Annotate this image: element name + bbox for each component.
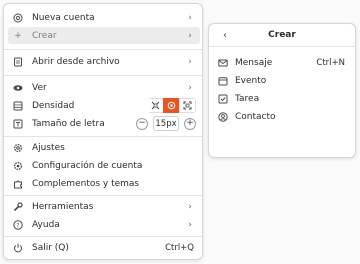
- power-icon: [13, 243, 23, 253]
- help-icon: ?: [13, 219, 23, 230]
- chevron-right-icon: ›: [188, 219, 192, 230]
- font-size-value[interactable]: 15px: [153, 116, 179, 131]
- tools-item[interactable]: Herramientas ›: [8, 198, 200, 215]
- task-icon: [218, 94, 228, 104]
- puzzle-icon: [13, 179, 23, 189]
- gear-icon: [13, 143, 23, 153]
- contact-icon: [218, 111, 228, 122]
- separator: [4, 195, 202, 196]
- svg-text:?: ?: [16, 222, 19, 229]
- chevron-right-icon: ›: [188, 82, 192, 93]
- new-account-item[interactable]: Nueva cuenta ›: [8, 9, 200, 26]
- account-settings-label: Configuración de cuenta: [32, 160, 143, 171]
- density-selector: [148, 98, 196, 113]
- zoom-in-button[interactable]: +: [184, 117, 196, 130]
- submenu-item-label: Evento: [235, 75, 267, 86]
- separator: [4, 49, 202, 50]
- at-sign-icon: [13, 13, 23, 23]
- account-gear-icon: [13, 161, 23, 171]
- chevron-right-icon: ›: [188, 56, 192, 67]
- account-settings-item[interactable]: Configuración de cuenta: [8, 157, 200, 174]
- submenu-item-label: Mensaje: [235, 57, 273, 68]
- quit-label: Salir (Q): [32, 242, 69, 253]
- plus-icon: +: [14, 30, 22, 41]
- density-item: Densidad: [8, 97, 200, 114]
- new-account-label: Nueva cuenta: [32, 12, 95, 23]
- chevron-right-icon: ›: [188, 12, 192, 23]
- quit-item[interactable]: Salir (Q) Ctrl+Q: [8, 239, 200, 256]
- density-relaxed-button[interactable]: [179, 98, 196, 113]
- settings-item[interactable]: Ajustes: [8, 139, 200, 156]
- submenu-item-shortcut: Ctrl+N: [316, 57, 345, 68]
- envelope-icon: [218, 58, 228, 68]
- help-item[interactable]: ? Ayuda ›: [8, 216, 200, 233]
- separator: [4, 236, 202, 237]
- separator: [4, 75, 202, 76]
- separator: [209, 46, 355, 47]
- submenu-item-label: Tarea: [235, 93, 260, 104]
- font-size-item: Tamaño de letra − 15px +: [8, 115, 200, 132]
- settings-label: Ajustes: [32, 142, 65, 153]
- addons-label: Complementos y temas: [32, 178, 140, 189]
- view-label: Ver: [32, 82, 47, 93]
- create-submenu: ‹ Crear Mensaje Ctrl+N Evento Tarea Cont…: [208, 23, 356, 158]
- tools-label: Herramientas: [32, 201, 94, 212]
- calendar-icon: [218, 76, 228, 86]
- chevron-right-icon: ›: [188, 30, 192, 41]
- submenu-item-contact[interactable]: Contacto: [213, 108, 351, 125]
- wrench-icon: [13, 201, 23, 212]
- eye-icon: [13, 83, 23, 93]
- font-size-label: Tamaño de letra: [32, 118, 105, 129]
- open-file-item[interactable]: Abrir desde archivo ›: [8, 53, 200, 70]
- chevron-right-icon: ›: [188, 201, 192, 212]
- density-normal-button[interactable]: [163, 98, 180, 113]
- separator: [4, 136, 202, 137]
- addons-item[interactable]: Complementos y temas: [8, 175, 200, 192]
- text-size-icon: [13, 119, 23, 129]
- create-item[interactable]: + Crear ›: [8, 27, 200, 44]
- font-size-control: − 15px +: [136, 116, 196, 131]
- quit-shortcut: Ctrl+Q: [165, 242, 194, 253]
- open-file-label: Abrir desde archivo: [32, 56, 120, 67]
- density-compact-button[interactable]: [148, 98, 164, 113]
- submenu-item-event[interactable]: Evento: [213, 72, 351, 89]
- submenu-header: ‹ Crear: [209, 24, 355, 46]
- help-label: Ayuda: [32, 219, 60, 230]
- zoom-out-button[interactable]: −: [136, 117, 148, 130]
- density-icon: [13, 101, 23, 111]
- view-item[interactable]: Ver ›: [8, 79, 200, 96]
- density-label: Densidad: [32, 100, 75, 111]
- submenu-item-message[interactable]: Mensaje Ctrl+N: [213, 54, 351, 71]
- app-menu: Nueva cuenta › + Crear › Abrir desde arc…: [3, 3, 203, 260]
- submenu-item-task[interactable]: Tarea: [213, 90, 351, 107]
- file-icon: [13, 57, 23, 67]
- submenu-title: Crear: [268, 30, 296, 40]
- submenu-item-label: Contacto: [235, 111, 276, 122]
- create-label: Crear: [32, 30, 57, 41]
